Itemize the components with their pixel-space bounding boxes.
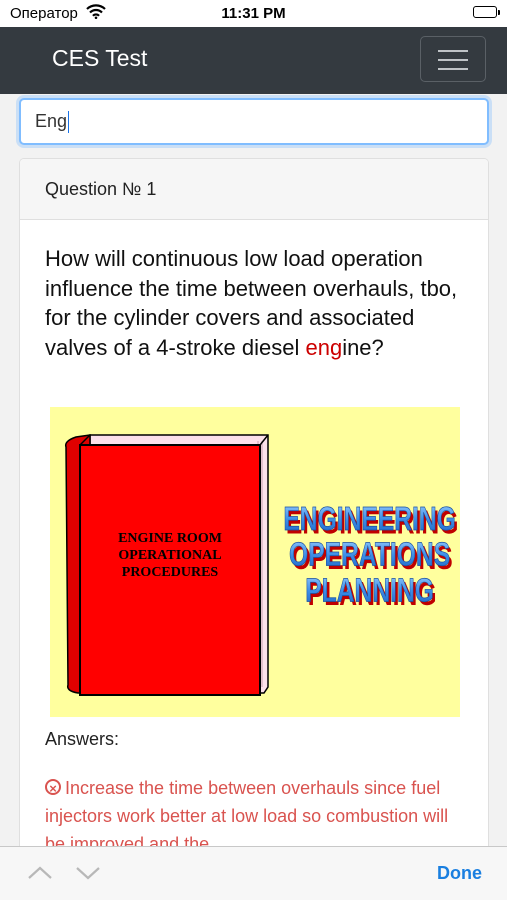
search-input-value: Eng	[35, 111, 68, 131]
text-cursor	[68, 111, 70, 134]
next-field-chevron-down-icon[interactable]	[74, 861, 102, 885]
question-text: How will continuous low load operation i…	[45, 246, 458, 360]
banner-line-2: OPERATIONS	[289, 536, 450, 574]
book-title-line-1: ENGINE ROOM	[118, 531, 222, 546]
x-circle-icon: ×	[45, 779, 61, 796]
keyboard-toolbar: Done	[0, 846, 507, 900]
answers-label: Answers:	[45, 729, 120, 749]
battery-icon	[473, 6, 500, 18]
search-highlight: eng	[305, 334, 343, 360]
search-input[interactable]: Eng	[19, 98, 489, 145]
question-image: ENGINE ROOM OPERATIONAL PROCEDURES ENGIN…	[50, 407, 460, 717]
previous-field-chevron-up-icon[interactable]	[26, 861, 54, 885]
hamburger-icon	[438, 50, 468, 52]
book-title-line-2: OPERATIONAL	[118, 548, 221, 563]
question-card: Question № 1 How will continuous low loa…	[19, 158, 489, 878]
status-bar: Оператор 11:31 PM	[0, 0, 507, 27]
answer-text: Increase the time between overhauls sinc…	[45, 778, 449, 854]
navbar: CES Test	[0, 27, 507, 94]
banner-line-1: ENGINEERING	[283, 500, 456, 538]
navbar-brand[interactable]: CES Test	[52, 45, 147, 72]
banner-line-3: PLANNING	[305, 572, 434, 610]
done-button[interactable]: Done	[437, 863, 482, 884]
question-header: Question № 1	[20, 159, 488, 220]
book-title-line-3: PROCEDURES	[122, 565, 219, 580]
clock: 11:31 PM	[221, 5, 286, 22]
menu-toggle-button[interactable]	[420, 36, 486, 82]
